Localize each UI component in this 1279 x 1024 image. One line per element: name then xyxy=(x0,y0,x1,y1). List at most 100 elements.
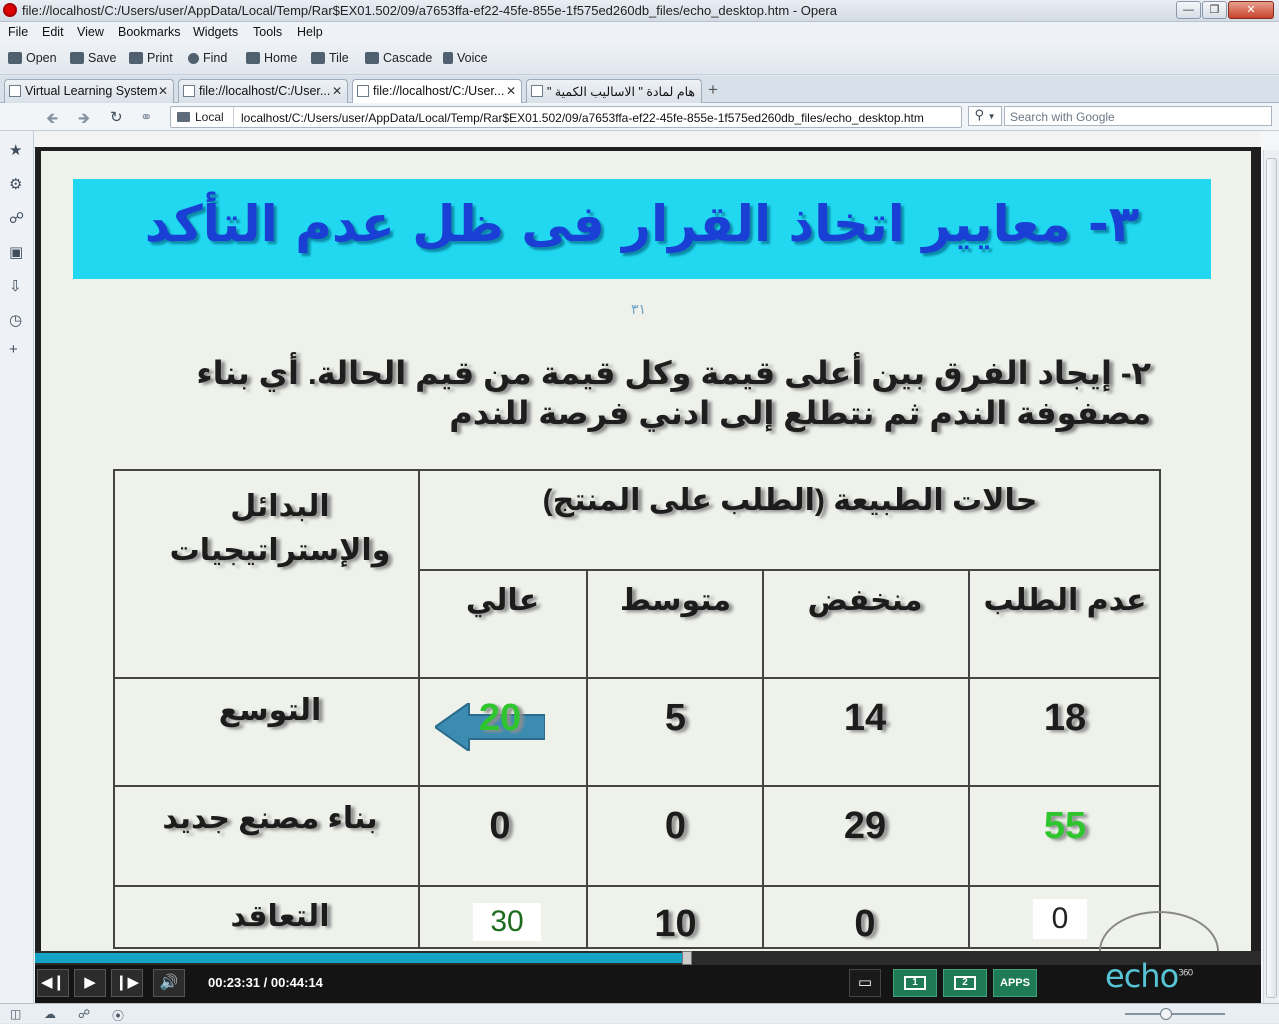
close-window-button[interactable]: ✕ xyxy=(1228,1,1274,19)
home-button[interactable]: Home xyxy=(246,51,297,65)
table-divider xyxy=(418,569,1159,571)
bookmarks-star-icon[interactable]: ★ xyxy=(9,141,22,159)
open-button[interactable]: Open xyxy=(8,51,57,65)
magnifier-icon: ⚲ xyxy=(974,107,984,122)
unite-icon[interactable]: ☍ xyxy=(78,1007,90,1021)
table-divider xyxy=(115,785,1159,787)
address-field[interactable]: Local localhost/C:/Users/user/AppData/Lo… xyxy=(170,106,962,128)
echo360-logo: echo360 xyxy=(1105,957,1193,995)
find-button[interactable]: Find xyxy=(188,51,227,65)
back-arrow-icon[interactable]: 🡸 xyxy=(46,108,58,133)
skip-forward-icon[interactable]: ❙▶ xyxy=(111,969,143,997)
table-divider xyxy=(418,471,420,947)
zoom-slider-knob[interactable] xyxy=(1160,1008,1172,1020)
menu-bar: File Edit View Bookmarks Widgets Tools H… xyxy=(0,22,1279,43)
unite-share-icon[interactable]: ☍ xyxy=(9,209,24,227)
tile-icon xyxy=(311,52,325,64)
table-divider xyxy=(115,677,1159,679)
playback-progress-bar[interactable] xyxy=(35,951,1261,965)
chevron-down-icon: ▼ xyxy=(987,112,996,121)
tab-file-2-active[interactable]: file://localhost/C:/User... ✕ xyxy=(352,79,522,104)
apps-button[interactable]: APPS xyxy=(993,969,1037,997)
alternatives-header: البدائل والإستراتيجيات xyxy=(169,490,391,567)
tab-arabic[interactable]: " هام لمادة " الاساليب الكمية xyxy=(526,79,702,103)
video-player-frame[interactable]: ٣- معايير اتخاذ القرار فى ظل عدم التأكد … xyxy=(35,147,1261,952)
tab-file-1[interactable]: file://localhost/C:/User... ✕ xyxy=(178,79,348,103)
window-title: file://localhost/C:/Users/user/AppData/L… xyxy=(22,3,837,18)
cell-expansion-high: 20 xyxy=(478,697,522,739)
save-button[interactable]: Save xyxy=(70,51,117,65)
states-of-nature-header: حالات الطبيعة (الطلب على المنتج) xyxy=(542,484,1038,517)
search-input[interactable]: Search with Google xyxy=(1004,106,1272,126)
close-tab-icon[interactable]: ✕ xyxy=(506,84,516,98)
print-button[interactable]: Print xyxy=(129,51,173,65)
cascade-button[interactable]: Cascade xyxy=(365,51,432,65)
computer-icon xyxy=(177,112,190,122)
cell-expansion-no-demand: 18 xyxy=(1043,697,1087,739)
cell-expansion-medium: 5 xyxy=(664,697,687,739)
cell-factory-high: 0 xyxy=(489,805,511,847)
table-divider xyxy=(968,569,970,947)
cell-contracting-no-demand: 0 xyxy=(1033,899,1087,939)
opera-browser-window: file://localhost/C:/Users/user/AppData/L… xyxy=(0,0,1279,1023)
view-2-button[interactable]: 2 xyxy=(943,969,987,997)
forward-arrow-icon[interactable]: 🡺 xyxy=(78,108,90,133)
notes-icon[interactable]: ▣ xyxy=(9,243,23,261)
page-icon xyxy=(9,85,21,97)
view-1-button[interactable]: 1 xyxy=(893,969,937,997)
cell-factory-no-demand: 55 xyxy=(1043,805,1087,847)
cascade-icon xyxy=(365,52,379,64)
volume-icon[interactable]: 🔊 xyxy=(153,969,185,997)
play-icon[interactable]: ▶ xyxy=(74,969,106,997)
disk-icon xyxy=(70,52,84,64)
layout-toggle-icon[interactable]: ▭ xyxy=(849,969,881,997)
history-clock-icon[interactable]: ◷ xyxy=(9,311,22,329)
opera-logo-icon xyxy=(3,3,17,17)
search-engine-selector[interactable]: ⚲ ▼ xyxy=(968,106,1002,126)
close-tab-icon[interactable]: ✕ xyxy=(158,84,168,98)
location-badge[interactable]: Local xyxy=(171,107,234,127)
menu-view[interactable]: View xyxy=(77,25,104,39)
reload-icon[interactable]: ↻ xyxy=(110,108,123,126)
zoom-slider-track[interactable] xyxy=(1125,1013,1225,1015)
downloads-icon[interactable]: ⇩ xyxy=(9,277,22,295)
col-header-no-demand: عدم الطلب xyxy=(983,584,1147,617)
cell-contracting-medium: 10 xyxy=(654,903,697,945)
add-panel-plus-icon[interactable]: + xyxy=(9,341,18,358)
page-top-strip xyxy=(34,131,1260,148)
col-header-medium: متوسط xyxy=(619,584,732,617)
minimize-button[interactable]: — xyxy=(1176,1,1201,19)
turbo-icon[interactable]: ⦿ xyxy=(112,1007,124,1024)
menu-tools[interactable]: Tools xyxy=(253,25,282,39)
menu-widgets[interactable]: Widgets xyxy=(193,25,238,39)
cloud-sync-icon[interactable]: ☁ xyxy=(44,1007,56,1021)
printer-icon xyxy=(129,52,143,64)
tile-button[interactable]: Tile xyxy=(311,51,349,65)
widgets-gear-icon[interactable]: ⚙ xyxy=(9,175,22,193)
col-header-low: منخفض xyxy=(807,584,923,617)
row-label-expansion: التوسع xyxy=(218,694,322,727)
echo-player-controls: ◀❙ ▶ ❙▶ 🔊 00:23:31 / 00:44:14 ▭ 1 2 APPS… xyxy=(35,951,1261,1003)
url-text[interactable]: localhost/C:/Users/user/AppData/Local/Te… xyxy=(241,111,924,125)
progress-scrubber[interactable] xyxy=(682,951,692,965)
menu-edit[interactable]: Edit xyxy=(42,25,64,39)
toolbar: Open Save Print Find Home Tile Cascade V… xyxy=(0,43,1279,75)
key-icon[interactable]: ⚭ xyxy=(140,108,153,126)
voice-button[interactable]: Voice xyxy=(443,51,488,65)
cell-contracting-low: 0 xyxy=(854,903,876,945)
side-panel: ★ ⚙ ☍ ▣ ⇩ ◷ + xyxy=(0,131,34,1003)
close-tab-icon[interactable]: ✕ xyxy=(332,84,342,98)
panel-toggle-icon[interactable]: ◫ xyxy=(10,1007,21,1021)
lecture-slide: ٣- معايير اتخاذ القرار فى ظل عدم التأكد … xyxy=(41,151,1251,952)
tab-virtual-learning[interactable]: Virtual Learning System ✕ xyxy=(4,79,174,103)
menu-help[interactable]: Help xyxy=(297,25,323,39)
menu-bookmarks[interactable]: Bookmarks xyxy=(118,25,181,39)
scrollbar-thumb[interactable] xyxy=(1266,158,1277,998)
menu-file[interactable]: File xyxy=(8,25,28,39)
magnifier-icon xyxy=(188,52,199,64)
maximize-button[interactable]: ❐ xyxy=(1202,1,1227,19)
status-bar: ◫ ☁ ☍ ⦿ xyxy=(0,1003,1279,1023)
skip-back-icon[interactable]: ◀❙ xyxy=(37,969,69,997)
new-tab-plus-icon[interactable]: + xyxy=(708,80,718,100)
vertical-scrollbar[interactable] xyxy=(1263,150,1279,1003)
